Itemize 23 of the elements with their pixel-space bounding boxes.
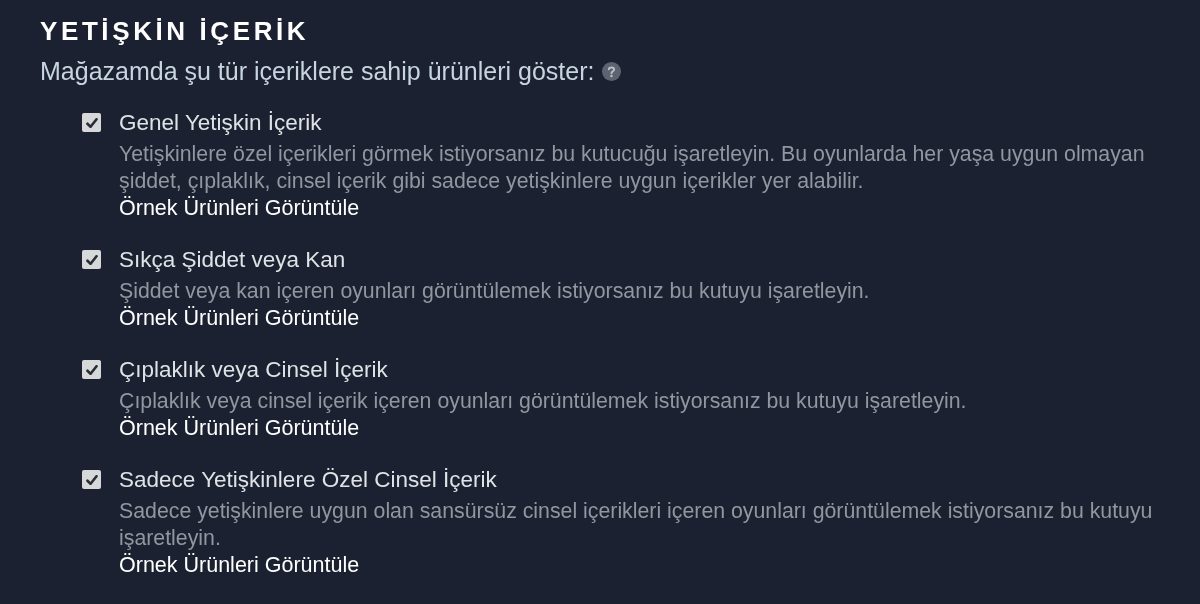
check-icon bbox=[85, 474, 98, 485]
option-description: Sadece yetişkinlere uygun olan sansürsüz cinsel içerikleri içeren oyunları görüntülemek istiyorsanız bu kutuyu işaretleyin. bbox=[119, 498, 1153, 552]
view-examples-link[interactable]: Örnek Ürünleri Görüntüle bbox=[119, 195, 360, 222]
view-examples-link[interactable]: Örnek Ürünleri Görüntüle bbox=[119, 415, 360, 442]
check-icon bbox=[85, 364, 98, 375]
view-examples-link[interactable]: Örnek Ürünleri Görüntüle bbox=[119, 552, 360, 579]
option-label[interactable]: Sadece Yetişkinlere Özel Cinsel İçerik bbox=[119, 466, 497, 493]
option-label[interactable]: Sıkça Şiddet veya Kan bbox=[119, 246, 346, 273]
option-description: Çıplaklık veya cinsel içerik içeren oyunları görüntülemek istiyorsanız bu kutuyu işaretleyin. bbox=[119, 388, 967, 415]
checkbox[interactable] bbox=[82, 250, 101, 269]
option-description: Şiddet veya kan içeren oyunları görüntülemek istiyorsanız bu kutuyu işaretleyin. bbox=[119, 278, 870, 305]
help-icon[interactable] bbox=[602, 62, 622, 81]
check-icon bbox=[85, 254, 98, 265]
view-examples-link[interactable]: Örnek Ürünleri Görüntüle bbox=[119, 305, 360, 332]
option-label[interactable]: Genel Yetişkin İçerik bbox=[119, 109, 322, 136]
option-description: Yetişkinlere özel içerikleri görmek istiyorsanız bu kutucuğu işaretleyin. Bu oyunlarda her yaşa uygun olmayan şiddet, çıplaklık, cinsel içerik gibi sadece yetişkinlere uygun içerikler yer alabilir. bbox=[119, 141, 1145, 195]
checkbox[interactable] bbox=[82, 360, 101, 379]
checkbox[interactable] bbox=[82, 113, 101, 132]
option-label[interactable]: Çıplaklık veya Cinsel İçerik bbox=[119, 356, 388, 383]
check-icon bbox=[85, 117, 98, 128]
section-subtitle: Mağazamda şu tür içeriklere sahip ürünleri göster: bbox=[40, 58, 595, 85]
section-title: YETİŞKİN İÇERİK bbox=[40, 15, 310, 47]
checkbox[interactable] bbox=[82, 470, 101, 489]
